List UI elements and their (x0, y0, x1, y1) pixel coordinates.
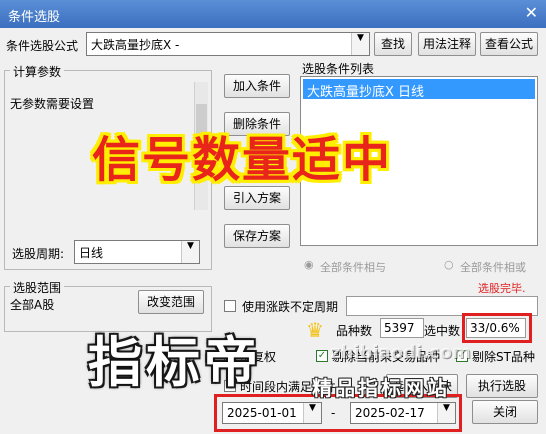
hit-highlight-box (462, 313, 532, 343)
chevron-down-icon[interactable]: ▼ (181, 241, 199, 263)
params-text: 无参数需要设置 (10, 97, 95, 111)
crown-icon: ♛ (306, 318, 324, 342)
range-value: 全部A股 (10, 298, 55, 312)
radio-or-icon[interactable]: ○ (444, 258, 454, 271)
hit-label: 选中数 (424, 324, 461, 338)
cond-list-label: 选股条件列表 (302, 62, 375, 76)
view-formula-button[interactable]: 查看公式 (480, 32, 538, 56)
formula-label: 条件选股公式 (6, 39, 79, 53)
count-label: 品种数 (336, 324, 373, 338)
exclude-st-label: 剔除ST品种 (472, 350, 535, 364)
watermark-slogan: 精品指标网站 (312, 376, 450, 400)
window-title: 条件选股 (8, 10, 61, 25)
list-item[interactable]: 大跌高量抄底X 日线 (303, 79, 535, 100)
period-label: 选股周期: (12, 247, 65, 261)
formula-select[interactable]: 大跌高量抄底X - ▼ (86, 32, 370, 56)
period-check-label: 使用涨跌不定周期 (242, 300, 339, 314)
find-button[interactable]: 查找 (374, 32, 412, 56)
exclude-checkbox[interactable]: ✓ (316, 350, 328, 362)
usage-notes-button[interactable]: 用法注释 (418, 32, 476, 56)
title-bar: 条件选股 ✕ (0, 0, 546, 28)
or-label: 全部条件相或 (460, 261, 526, 274)
params-group-label: 计算参数 (10, 63, 65, 80)
overlay-title: 信号数量适中 (92, 132, 393, 188)
status-text: 选股完毕. (478, 282, 526, 295)
period-select[interactable]: 日线 ▼ (74, 240, 200, 264)
close-icon[interactable]: ✕ (525, 3, 538, 22)
range-group-label: 选股范围 (10, 279, 65, 296)
radio-and-icon[interactable]: ◉ (304, 258, 314, 271)
watermark-url: zhibiaodi.com (330, 342, 471, 363)
formula-value: 大跌高量抄底X - (91, 38, 180, 52)
count-value: 5397 (380, 318, 424, 338)
close-button[interactable]: 关闭 (472, 400, 538, 424)
change-range-button[interactable]: 改变范围 (138, 290, 204, 314)
run-button[interactable]: 执行选股 (466, 374, 538, 398)
save-plan-button[interactable]: 保存方案 (224, 224, 290, 248)
add-condition-button[interactable]: 加入条件 (224, 74, 290, 98)
period-value: 日线 (79, 246, 104, 260)
watermark-logo: 指标帝 (88, 331, 262, 394)
chevron-down-icon[interactable]: ▼ (351, 33, 369, 55)
period-checkbox[interactable] (224, 300, 236, 312)
and-label: 全部条件相与 (320, 261, 386, 274)
